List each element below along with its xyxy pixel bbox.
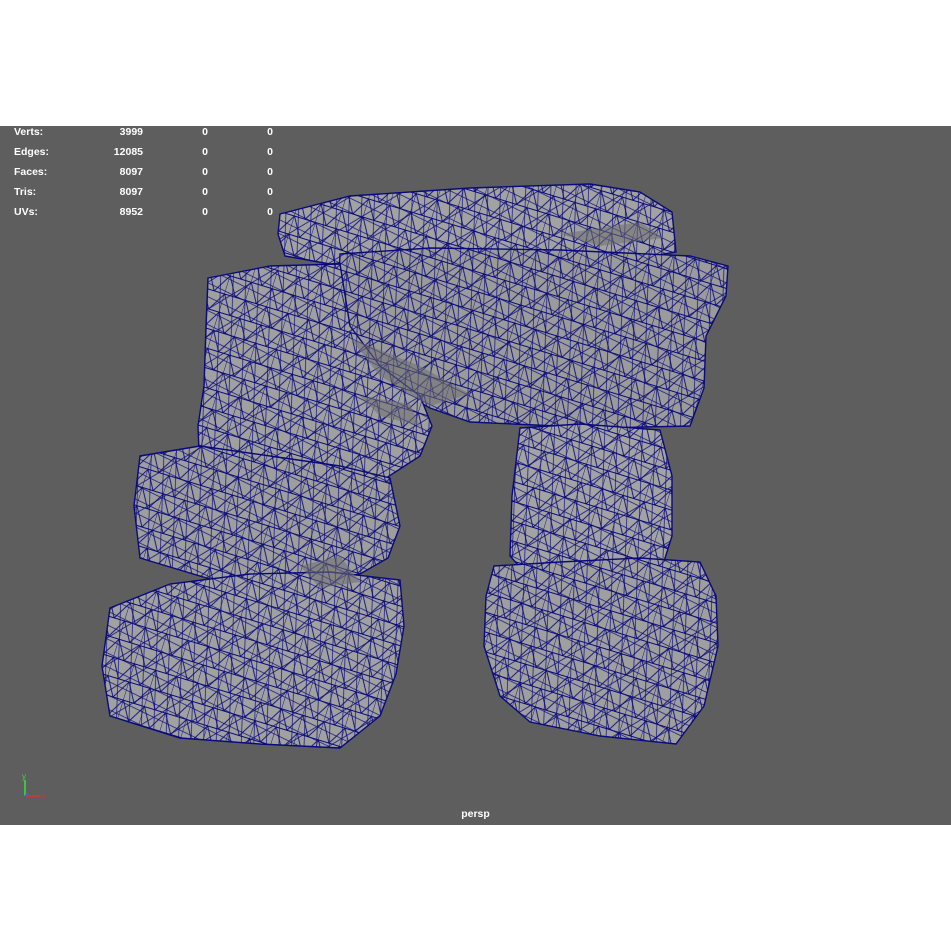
hud-value: 8097 — [119, 186, 143, 198]
hud-value: 8952 — [119, 206, 143, 218]
hud-value: 3999 — [119, 126, 143, 138]
hud-value: 0 — [267, 206, 273, 218]
axis-x-label: x — [41, 792, 45, 801]
camera-name-label: persp — [461, 808, 490, 820]
hud-label: Edges: — [14, 146, 50, 158]
hud-value: 8097 — [119, 166, 143, 178]
hud-label: Tris: — [14, 186, 37, 198]
hud-row-edges: Edges: 12085 0 0 — [14, 146, 274, 166]
hud-label: Faces: — [14, 166, 48, 178]
hud-value: 0 — [267, 126, 273, 138]
left-pillar-base — [101, 571, 405, 749]
hud-value: 12085 — [113, 146, 143, 158]
hud-value: 0 — [202, 126, 208, 138]
hud-label: Verts: — [14, 126, 44, 138]
hud-row-faces: Faces: 8097 0 0 — [14, 166, 274, 186]
hud-row-tris: Tris: 8097 0 0 — [14, 186, 274, 206]
hud-value: 0 — [267, 146, 273, 158]
right-pillar-base — [483, 557, 719, 745]
hud-value: 0 — [202, 146, 208, 158]
right-pillar-upper — [509, 423, 673, 581]
hud-value: 0 — [202, 206, 208, 218]
hud-value: 0 — [267, 166, 273, 178]
hud-label: UVs: — [14, 206, 38, 218]
hud-value: 0 — [267, 186, 273, 198]
hud-row-uvs: UVs: 8952 0 0 — [14, 206, 274, 226]
hud-value: 0 — [202, 166, 208, 178]
rock-arch-mesh[interactable] — [0, 126, 951, 825]
hud-row-verts: Verts: 3999 0 0 — [14, 126, 274, 146]
maya-viewport[interactable]: Verts: 3999 0 0 Edges: 12085 0 0 Faces: … — [0, 126, 951, 825]
poly-count-hud: Verts: 3999 0 0 Edges: 12085 0 0 Faces: … — [14, 126, 274, 226]
view-axis-icon: y x — [22, 772, 45, 801]
axis-y-label: y — [22, 772, 26, 781]
hud-value: 0 — [202, 186, 208, 198]
